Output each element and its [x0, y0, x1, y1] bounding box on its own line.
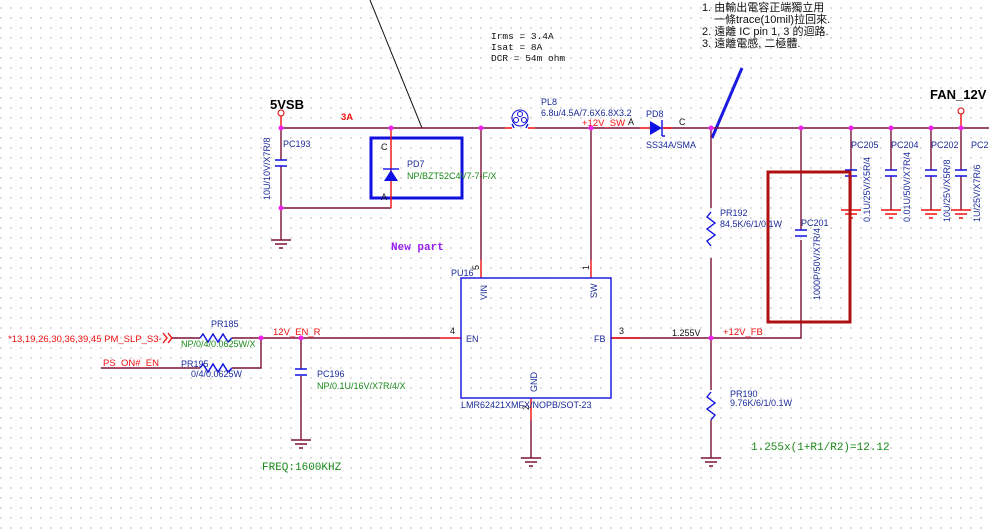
pc193-ref: PC193	[283, 139, 311, 149]
pin-1: 1	[581, 265, 591, 270]
pc193-value: 10U/10V/X7R/8	[262, 137, 272, 200]
pr190-value: 9.76K/6/1/0.1W	[730, 398, 793, 408]
net-fan-12v: FAN_12V	[930, 87, 987, 102]
pd8-ref: PD8	[646, 109, 664, 119]
pc205-ref: PC205	[851, 140, 879, 150]
note-1b: 一條trace(10mil)拉回來.	[714, 12, 830, 26]
vfb-label: 1.255V	[672, 328, 701, 338]
pd7-pin-c: C	[381, 142, 388, 152]
pc2x-value: 1U/25V/X7R/6	[972, 164, 982, 222]
pr192-ref: PR192	[720, 208, 748, 218]
pin-vin: VIN	[479, 285, 489, 300]
pin-sw: SW	[589, 283, 599, 298]
net-ps-on-en: PS_ON#_EN	[103, 358, 159, 369]
pc2x-ref: PC2	[971, 140, 989, 150]
new-part-note: New part	[391, 242, 444, 254]
pc201-value: 1000P/50V/X7R/4	[812, 228, 822, 300]
pc202-ref: PC202	[931, 140, 959, 150]
net-5vsb: 5VSB	[270, 97, 304, 112]
pc204-value: 0.01U/50V/X7R/4	[902, 152, 912, 222]
pc196-ref: PC196	[317, 369, 345, 379]
freq-note: FREQ:1600KHZ	[262, 462, 342, 474]
note-2: 2. 遠離 IC pin 1, 3 的迴路.	[702, 24, 829, 38]
pr185-value: NP/0/4/0.0625W/X	[181, 339, 256, 349]
net-pm-slp-s3: *13,19,26,30,36,39,45 PM_SLP_S3-	[8, 334, 162, 345]
net-12v-sw: +12V_SW	[582, 118, 625, 129]
pd7-value: NP/BZT52C4V7-7-F/X	[407, 171, 497, 181]
schematic-canvas[interactable]: 5VSB 3A PC193 10U/10V/X7R/8 C A PD7 NP/B…	[0, 0, 989, 530]
pl8-ref: PL8	[541, 97, 557, 107]
note-3: 3. 遠離電感, 二極體.	[702, 36, 800, 50]
pr195-ref: PR195	[181, 359, 209, 369]
pin-fb: FB	[594, 334, 606, 344]
current-label: 3A	[341, 112, 353, 123]
pd8-pin-c: C	[679, 117, 686, 127]
pc202-value: 10U/25V/X5R/8	[942, 159, 952, 222]
pc201-ref: PC201	[801, 218, 829, 228]
pc196-value: NP/0.1U/16V/X7R/4/X	[317, 381, 406, 391]
pc205-value: 0.1U/25V/X5R/4	[862, 157, 872, 222]
pr185-ref: PR185	[211, 319, 239, 329]
pin-4: 4	[450, 326, 455, 336]
pin-gnd: GND	[529, 372, 539, 393]
pd8-pin-a: A	[628, 117, 634, 127]
pin-en: EN	[466, 334, 479, 344]
pr195-value: 0/4/0.0625W	[191, 369, 243, 379]
dcr: DCR = 54m ohm	[491, 53, 565, 64]
pc204-ref: PC204	[891, 140, 919, 150]
pd7-ref: PD7	[407, 159, 425, 169]
net-12v-en-r: 12V_EN_R	[273, 327, 321, 338]
irms: Irms = 3.4A	[491, 31, 554, 42]
pd8-value: SS34A/SMA	[646, 140, 696, 150]
pr192-value: 84.5K/6/1/0.1W	[720, 219, 783, 229]
pl8-value: 6.8u/4.5A/7.6X6.8X3.2	[541, 108, 632, 118]
pd7-pin-a: A	[381, 192, 387, 202]
pin-5: 5	[471, 265, 481, 270]
isat: Isat = 8A	[491, 42, 543, 53]
net-12v-fb: +12V_FB	[723, 327, 763, 338]
note-1: 1. 由輸出電容正端獨立用	[702, 0, 824, 14]
formula-note: 1.255x(1+R1/R2)=12.12	[751, 442, 890, 454]
pu16-value: LMR62421XMFX/NOPB/SOT-23	[461, 400, 592, 410]
pin-3: 3	[619, 326, 624, 336]
